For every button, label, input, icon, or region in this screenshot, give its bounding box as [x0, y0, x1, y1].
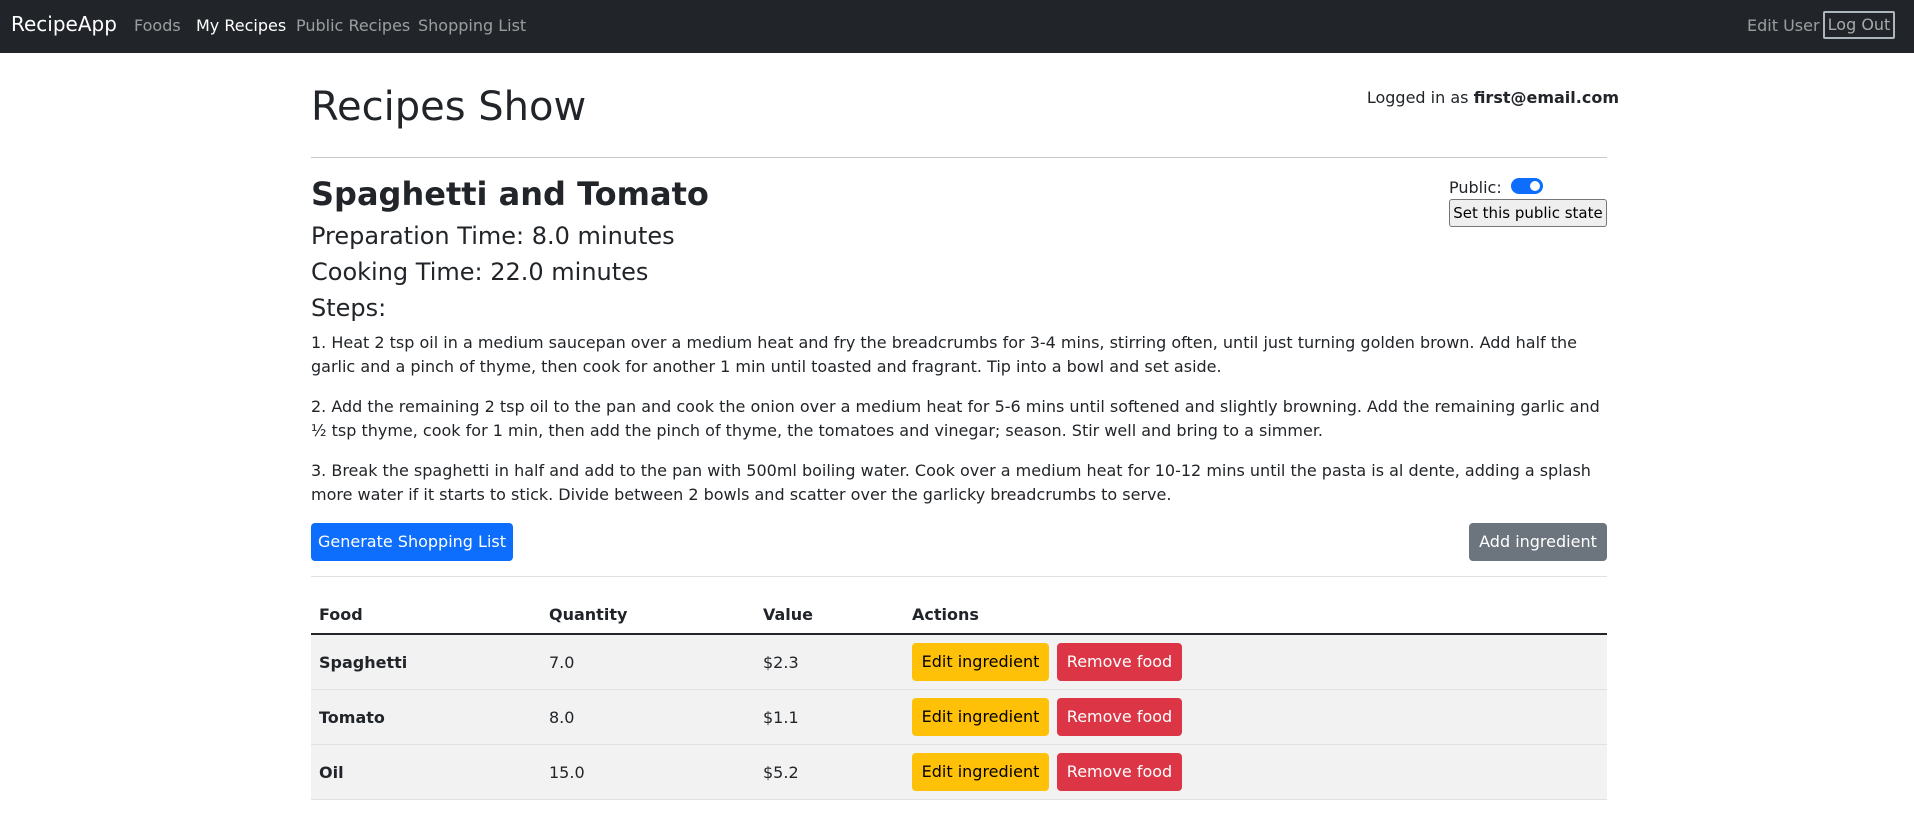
- toggle-knob: [1530, 181, 1540, 191]
- table-row: Tomato 8.0 $1.1 Edit ingredient Remove f…: [311, 690, 1607, 745]
- table-header: Food Quantity Value Actions: [311, 593, 1607, 635]
- recipe-step-2: 2. Add the remaining 2 tsp oil to the pa…: [311, 397, 1600, 440]
- edit-ingredient-button[interactable]: Edit ingredient: [912, 643, 1049, 681]
- ingredients-table: Food Quantity Value Actions Spaghetti 7.…: [311, 593, 1607, 800]
- add-ingredient-button[interactable]: Add ingredient: [1469, 523, 1607, 561]
- logged-in-prefix: Logged in as: [1366, 88, 1469, 107]
- generate-shopping-list-button[interactable]: Generate Shopping List: [311, 523, 513, 561]
- header-divider: [311, 157, 1607, 158]
- set-public-state-button[interactable]: Set this public state: [1449, 199, 1607, 227]
- remove-food-button[interactable]: Remove food: [1057, 698, 1182, 736]
- food-name: Spaghetti: [319, 653, 408, 672]
- table-row: Spaghetti 7.0 $2.3 Edit ingredient Remov…: [311, 635, 1607, 690]
- nav-link-public-recipes[interactable]: Public Recipes: [296, 16, 410, 35]
- preparation-time: Preparation Time: 8.0 minutes: [311, 222, 675, 250]
- column-header-actions: Actions: [912, 605, 979, 624]
- log-out-button[interactable]: Log Out: [1823, 11, 1895, 39]
- column-header-quantity: Quantity: [549, 605, 628, 624]
- remove-food-button[interactable]: Remove food: [1057, 753, 1182, 791]
- cooking-time: Cooking Time: 22.0 minutes: [311, 258, 649, 286]
- public-label: Public:: [1449, 178, 1502, 197]
- food-quantity: 8.0: [549, 708, 575, 727]
- column-header-food: Food: [319, 605, 363, 624]
- page-title: Recipes Show: [311, 84, 587, 130]
- steps-heading: Steps:: [311, 294, 387, 322]
- table-row: Oil 15.0 $5.2 Edit ingredient Remove foo…: [311, 745, 1607, 800]
- edit-ingredient-button[interactable]: Edit ingredient: [912, 753, 1049, 791]
- actions-divider: [311, 576, 1607, 577]
- food-quantity: 15.0: [549, 763, 585, 782]
- user-email: first@email.com: [1473, 88, 1619, 107]
- navbar: RecipeApp Foods My Recipes Public Recipe…: [0, 0, 1914, 53]
- recipe-name: Spaghetti and Tomato: [311, 175, 709, 213]
- food-quantity: 7.0: [549, 653, 575, 672]
- nav-link-my-recipes[interactable]: My Recipes: [196, 16, 286, 35]
- recipe-step-3: 3. Break the spaghetti in half and add t…: [311, 461, 1591, 504]
- edit-ingredient-button[interactable]: Edit ingredient: [912, 698, 1049, 736]
- logged-in-status: Logged in as first@email.com: [1367, 88, 1619, 107]
- nav-link-foods[interactable]: Foods: [134, 16, 181, 35]
- nav-link-shopping-list[interactable]: Shopping List: [418, 16, 526, 35]
- column-header-value: Value: [763, 605, 814, 624]
- food-name: Tomato: [319, 708, 385, 727]
- brand-link[interactable]: RecipeApp: [11, 12, 117, 36]
- public-toggle-switch[interactable]: [1511, 178, 1543, 194]
- remove-food-button[interactable]: Remove food: [1057, 643, 1182, 681]
- food-value: $2.3: [763, 653, 799, 672]
- food-name: Oil: [319, 763, 344, 782]
- food-value: $5.2: [763, 763, 799, 782]
- food-value: $1.1: [763, 708, 799, 727]
- recipe-step-1: 1. Heat 2 tsp oil in a medium saucepan o…: [311, 333, 1578, 376]
- edit-user-link[interactable]: Edit User: [1747, 16, 1820, 35]
